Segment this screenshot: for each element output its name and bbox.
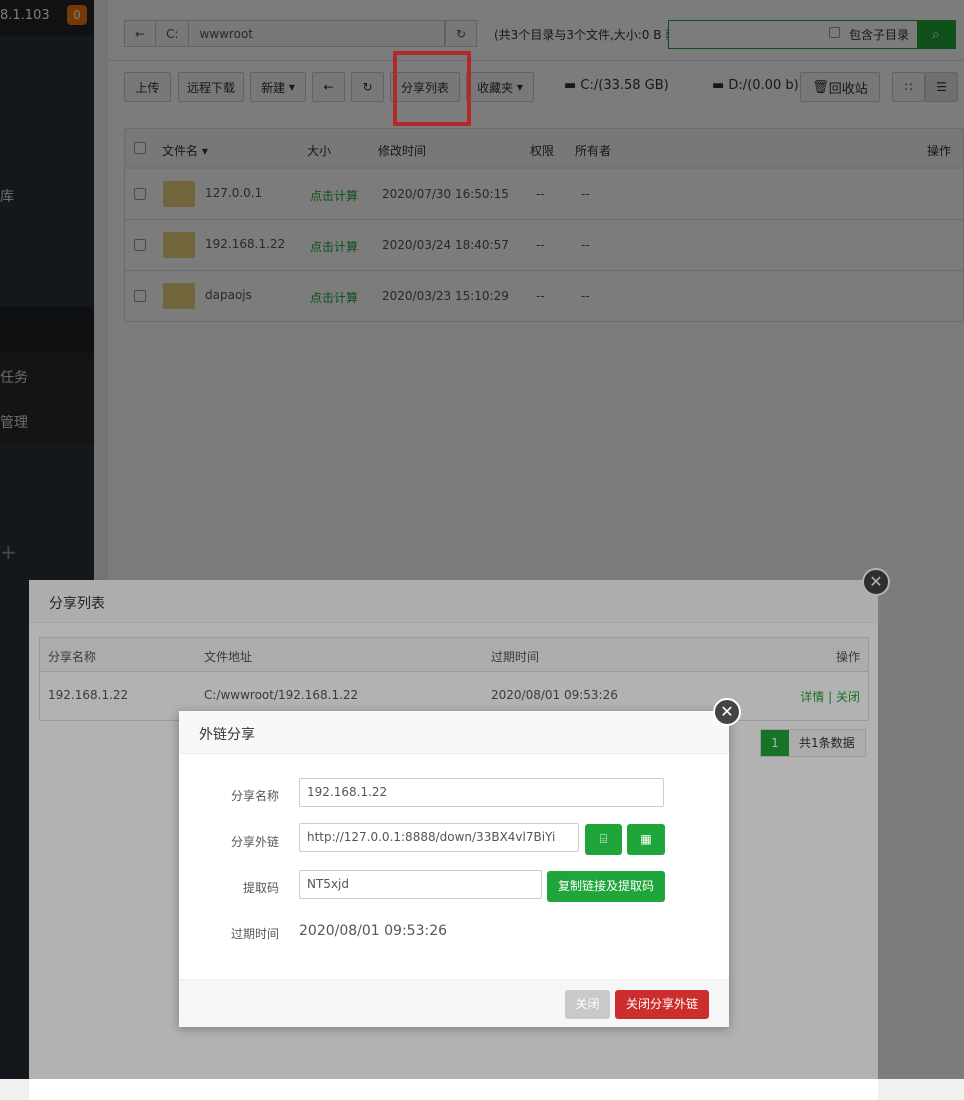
share-link-input[interactable]: http://127.0.0.1:8888/down/33BX4vl7BiYi [299, 823, 579, 852]
close-button[interactable]: 关闭 [565, 990, 610, 1019]
close-share-link-button[interactable]: 关闭分享外链 [615, 990, 709, 1019]
close-icon[interactable]: ✕ [713, 698, 741, 726]
external-link-dialog: 外链分享 分享名称 192.168.1.22 分享外链 http://127.0… [179, 711, 729, 1027]
expire-value: 2020/08/01 09:53:26 [299, 923, 448, 939]
dialog-footer: 关闭 关闭分享外链 [179, 979, 729, 1027]
share-link-label: 分享外链 [230, 835, 279, 849]
code-input[interactable]: NT5xjd [299, 870, 542, 899]
share-name-label: 分享名称 [230, 789, 279, 803]
dialog-title: 外链分享 [179, 711, 729, 754]
share-name-input[interactable]: 192.168.1.22 [299, 778, 664, 807]
code-label: 提取码 [242, 881, 279, 895]
expire-label: 过期时间 [230, 927, 279, 941]
qrcode-icon[interactable]: ▦ [627, 824, 665, 855]
copy-link-code-button[interactable]: 复制链接及提取码 [547, 871, 665, 902]
copy-icon[interactable]: ⌸ [585, 824, 622, 855]
